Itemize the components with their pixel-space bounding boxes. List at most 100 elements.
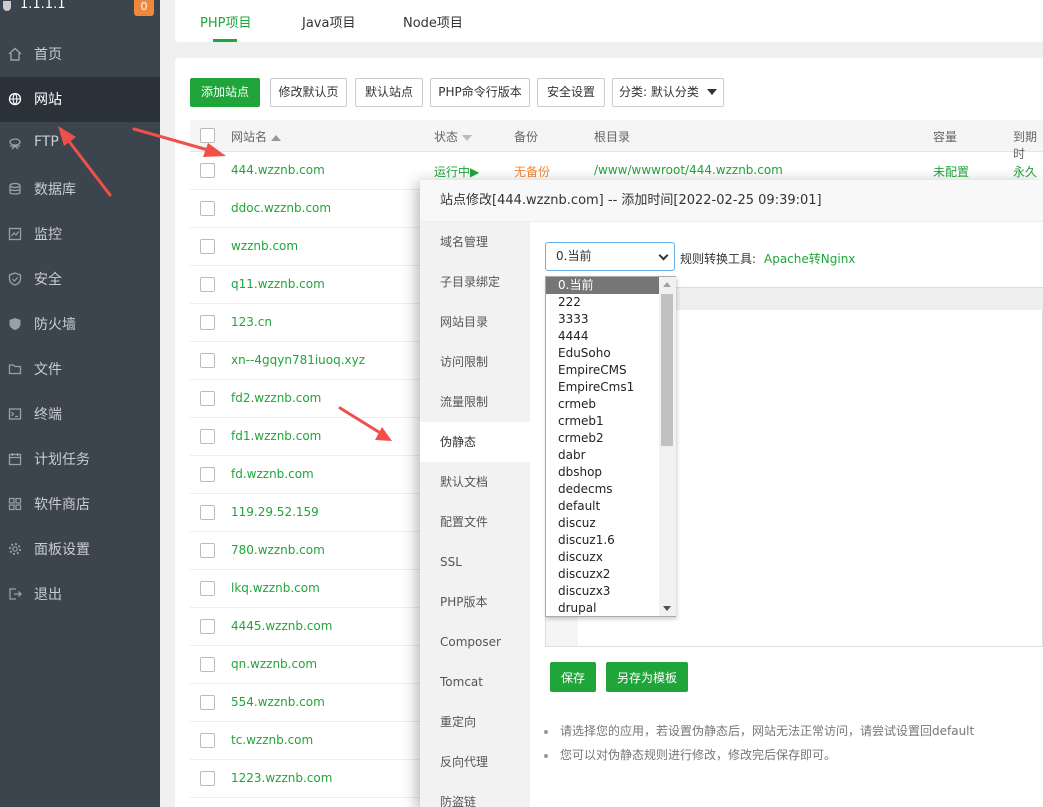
default-site-button[interactable]: 默认站点 bbox=[355, 78, 423, 107]
dropdown-option[interactable]: 4444 bbox=[546, 328, 659, 345]
row-checkbox[interactable] bbox=[200, 239, 215, 254]
dropdown-option[interactable]: dbshop bbox=[546, 464, 659, 481]
modal-nav-item[interactable]: SSL bbox=[420, 542, 530, 582]
modal-nav-item[interactable]: 子目录绑定 bbox=[420, 262, 530, 302]
modal-nav-item[interactable]: 网站目录 bbox=[420, 302, 530, 342]
sidebar-item-cron[interactable]: 计划任务 bbox=[0, 437, 160, 482]
column-header-status[interactable]: 状态 bbox=[434, 128, 473, 145]
dropdown-scrollbar[interactable] bbox=[659, 277, 676, 616]
modal-nav-item[interactable]: Tomcat bbox=[420, 662, 530, 702]
dropdown-option[interactable]: dedecms bbox=[546, 481, 659, 498]
row-checkbox[interactable] bbox=[200, 581, 215, 596]
site-name-link[interactable]: xn--4gqyn781iuoq.xyz bbox=[231, 353, 365, 367]
site-name-link[interactable]: 1223.wzznb.com bbox=[231, 771, 332, 785]
row-checkbox[interactable] bbox=[200, 467, 215, 482]
add-site-button[interactable]: 添加站点 bbox=[190, 78, 260, 107]
sidebar-item-files[interactable]: 文件 bbox=[0, 347, 160, 392]
row-checkbox[interactable] bbox=[200, 201, 215, 216]
site-name-link[interactable]: wzznb.com bbox=[231, 239, 298, 253]
dropdown-option[interactable]: dabr bbox=[546, 447, 659, 464]
dropdown-option[interactable]: 222 bbox=[546, 294, 659, 311]
site-name-link[interactable]: 123.cn bbox=[231, 315, 272, 329]
modal-nav-item[interactable]: 访问限制 bbox=[420, 342, 530, 382]
site-name-link[interactable]: 4445.wzznb.com bbox=[231, 619, 332, 633]
notification-badge[interactable]: 0 bbox=[134, 0, 154, 16]
site-name-link[interactable]: 780.wzznb.com bbox=[231, 543, 325, 557]
row-checkbox[interactable] bbox=[200, 315, 215, 330]
tab-php-project[interactable]: PHP项目 bbox=[200, 12, 251, 31]
select-all-checkbox[interactable] bbox=[200, 128, 215, 143]
dropdown-option[interactable]: drupal bbox=[546, 600, 659, 617]
dropdown-option[interactable]: crmeb2 bbox=[546, 430, 659, 447]
modal-nav-item[interactable]: 伪静态 bbox=[420, 422, 530, 462]
modal-nav-item[interactable]: 反向代理 bbox=[420, 742, 530, 782]
category-select[interactable]: 分类: 默认分类 bbox=[612, 78, 724, 107]
modal-nav-item[interactable]: 流量限制 bbox=[420, 382, 530, 422]
site-name-link[interactable]: q11.wzznb.com bbox=[231, 277, 325, 291]
dropdown-option[interactable]: EduSoho bbox=[546, 345, 659, 362]
dropdown-option[interactable]: discuz1.6 bbox=[546, 532, 659, 549]
modal-nav-item[interactable]: Composer bbox=[420, 622, 530, 662]
sidebar-item-database[interactable]: 数据库 bbox=[0, 167, 160, 212]
column-header-site-name[interactable]: 网站名 bbox=[231, 128, 282, 145]
sidebar-item-website[interactable]: 网站 bbox=[0, 77, 160, 122]
row-checkbox[interactable] bbox=[200, 619, 215, 634]
dropdown-option[interactable]: 3333 bbox=[546, 311, 659, 328]
dropdown-option[interactable]: discuzx2 bbox=[546, 566, 659, 583]
row-checkbox[interactable] bbox=[200, 733, 215, 748]
rewrite-rule-select[interactable]: 0.当前 bbox=[545, 242, 675, 271]
sidebar-item-firewall[interactable]: 防火墙 bbox=[0, 302, 160, 347]
sidebar-item-ftp[interactable]: FTP bbox=[0, 122, 160, 167]
sidebar-item-settings[interactable]: 面板设置 bbox=[0, 527, 160, 572]
scroll-up-icon[interactable] bbox=[663, 282, 671, 287]
modal-nav-item[interactable]: 域名管理 bbox=[420, 222, 530, 262]
dropdown-option[interactable]: 0.当前 bbox=[546, 277, 659, 294]
site-name-link[interactable]: fd.wzznb.com bbox=[231, 467, 314, 481]
scrollbar-thumb[interactable] bbox=[661, 294, 673, 446]
dropdown-option[interactable]: discuzx bbox=[546, 549, 659, 566]
row-checkbox[interactable] bbox=[200, 695, 215, 710]
apache-to-nginx-link[interactable]: Apache转Nginx bbox=[764, 250, 855, 267]
row-checkbox[interactable] bbox=[200, 657, 215, 672]
sidebar-item-terminal[interactable]: 终端 bbox=[0, 392, 160, 437]
row-checkbox[interactable] bbox=[200, 163, 215, 178]
sidebar-item-security[interactable]: 安全 bbox=[0, 257, 160, 302]
backup-status-link[interactable]: 无备份 bbox=[514, 163, 550, 180]
site-name-link[interactable]: fd2.wzznb.com bbox=[231, 391, 321, 405]
php-cli-version-button[interactable]: PHP命令行版本 bbox=[430, 78, 530, 107]
row-checkbox[interactable] bbox=[200, 543, 215, 558]
row-checkbox[interactable] bbox=[200, 429, 215, 444]
root-dir-link[interactable]: /www/wwwroot/444.wzznb.com bbox=[594, 163, 783, 177]
modify-default-page-button[interactable]: 修改默认页 bbox=[270, 78, 347, 107]
tab-java-project[interactable]: Java项目 bbox=[302, 12, 355, 31]
dropdown-option[interactable]: crmeb1 bbox=[546, 413, 659, 430]
row-checkbox[interactable] bbox=[200, 771, 215, 786]
modal-nav-item[interactable]: PHP版本 bbox=[420, 582, 530, 622]
site-name-link[interactable]: fd1.wzznb.com bbox=[231, 429, 321, 443]
site-name-link[interactable]: qn.wzznb.com bbox=[231, 657, 317, 671]
dropdown-option[interactable]: default bbox=[546, 498, 659, 515]
dropdown-option[interactable]: discuz bbox=[546, 515, 659, 532]
sidebar-item-monitor[interactable]: 监控 bbox=[0, 212, 160, 257]
site-name-link[interactable]: ddoc.wzznb.com bbox=[231, 201, 331, 215]
dropdown-option[interactable]: crmeb bbox=[546, 396, 659, 413]
row-checkbox[interactable] bbox=[200, 353, 215, 368]
site-name-link[interactable]: 554.wzznb.com bbox=[231, 695, 325, 709]
row-checkbox[interactable] bbox=[200, 391, 215, 406]
dropdown-option[interactable]: discuzx3 bbox=[546, 583, 659, 600]
security-settings-button[interactable]: 安全设置 bbox=[537, 78, 605, 107]
quota-link[interactable]: 未配置 bbox=[933, 163, 969, 180]
row-checkbox[interactable] bbox=[200, 277, 215, 292]
sidebar-item-logout[interactable]: 退出 bbox=[0, 572, 160, 617]
scroll-down-icon[interactable] bbox=[663, 606, 671, 611]
save-as-template-button[interactable]: 另存为模板 bbox=[606, 662, 688, 692]
sidebar-item-home[interactable]: 首页 bbox=[0, 32, 160, 77]
sidebar-item-app-store[interactable]: 软件商店 bbox=[0, 482, 160, 527]
site-name-link[interactable]: tc.wzznb.com bbox=[231, 733, 313, 747]
save-button[interactable]: 保存 bbox=[550, 662, 596, 692]
tab-node-project[interactable]: Node项目 bbox=[403, 12, 463, 31]
site-name-link[interactable]: 444.wzznb.com bbox=[231, 163, 325, 177]
dropdown-option[interactable]: EmpireCMS bbox=[546, 362, 659, 379]
site-name-link[interactable]: 119.29.52.159 bbox=[231, 505, 319, 519]
modal-nav-item[interactable]: 配置文件 bbox=[420, 502, 530, 542]
